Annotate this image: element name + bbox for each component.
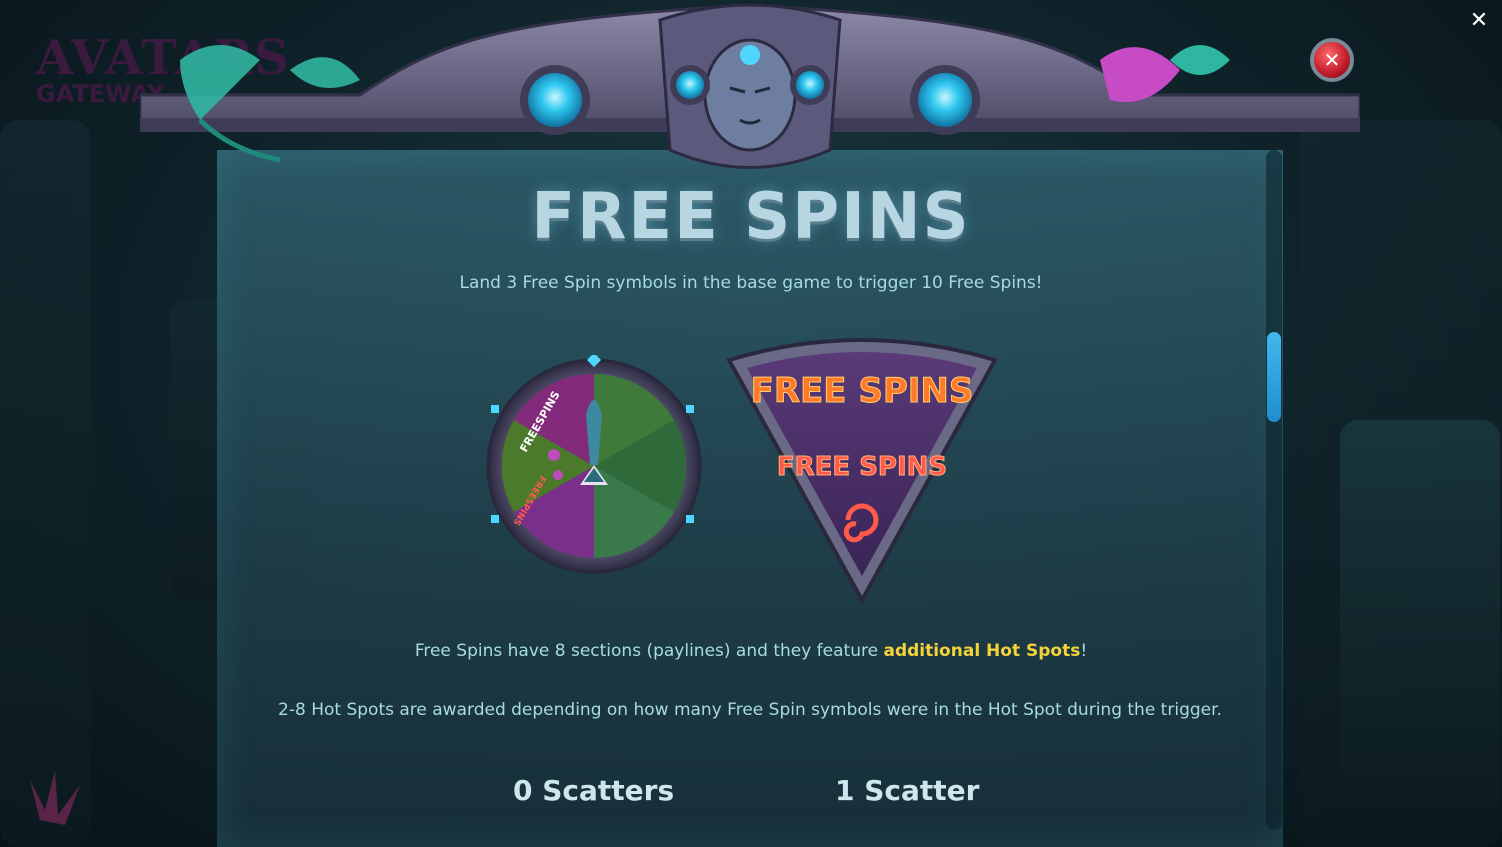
tri-label-mid: FREE SPINS — [777, 452, 947, 482]
free-spin-wheel-symbol: FREESPINS FREESPINS — [486, 355, 702, 574]
hot-spots-text: 2-8 Hot Spots are awarded depending on h… — [278, 700, 1222, 720]
close-icon[interactable]: ✕ — [1468, 10, 1490, 32]
scrollbar-track[interactable] — [1266, 150, 1282, 830]
hot-spots-highlight: additional Hot Spots — [883, 641, 1081, 661]
stone-arch-header — [140, 3, 1360, 169]
scatter-label-0: 0 Scatters — [513, 774, 675, 807]
scatter-label-1: 1 Scatter — [835, 774, 980, 807]
sections-suffix: ! — [1080, 641, 1088, 661]
close-circle-button[interactable]: ✕ — [1310, 38, 1354, 82]
sections-text: Free Spins have 8 sections (paylines) an… — [260, 641, 1242, 661]
pink-flower-icon — [30, 770, 80, 825]
scrollbar-thumb[interactable] — [1267, 332, 1281, 422]
cauldron — [1340, 420, 1500, 847]
intro-text: Land 3 Free Spin symbols in the base gam… — [459, 273, 1043, 293]
tri-label-top: FREE SPINS — [751, 371, 974, 411]
free-spins-scatter-symbol: FREE SPINS FREE SPINS — [726, 338, 998, 605]
sections-prefix: Free Spins have 8 sections (paylines) an… — [414, 641, 884, 661]
